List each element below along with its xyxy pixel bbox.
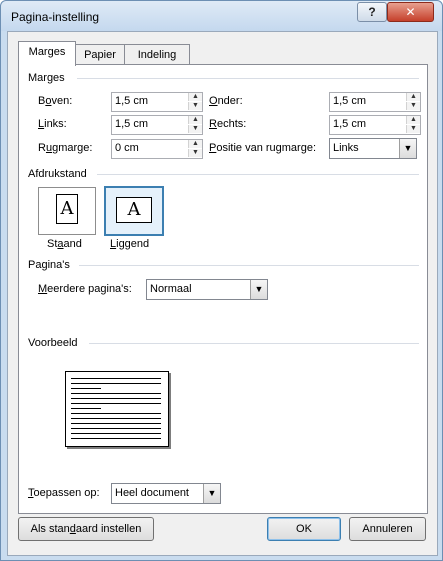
spin-down-icon[interactable]: ▼	[406, 102, 420, 110]
cancel-label: Annuleren	[362, 523, 413, 535]
portrait-button[interactable]: A	[38, 187, 96, 235]
title-bar[interactable]: Pagina-instelling ? ✕	[1, 1, 442, 31]
divider	[97, 174, 419, 175]
chevron-down-icon[interactable]: ▼	[399, 139, 416, 158]
chevron-down-icon[interactable]: ▼	[203, 484, 220, 503]
preview-heading: Voorbeeld	[28, 337, 78, 349]
spin-up-icon[interactable]: ▲	[406, 116, 420, 124]
bottom-margin-spinner[interactable]: 1,5 cm ▲ ▼	[329, 92, 421, 112]
bottom-margin-value: 1,5 cm	[333, 95, 367, 107]
preview-line	[71, 403, 161, 404]
chevron-down-icon[interactable]: ▼	[250, 280, 267, 299]
tab-indeling[interactable]: Indeling	[124, 44, 190, 65]
tab-marges[interactable]: Marges	[18, 41, 76, 66]
close-icon: ✕	[405, 5, 416, 19]
preview-line	[71, 378, 161, 379]
gutter-spinner[interactable]: 0 cm ▲ ▼	[111, 139, 203, 159]
portrait-label: Staand	[47, 238, 82, 250]
multiple-pages-value: Normaal	[150, 283, 192, 295]
divider	[89, 343, 419, 344]
spin-down-icon[interactable]: ▼	[188, 149, 202, 157]
close-button[interactable]: ✕	[387, 2, 434, 22]
pages-heading: Pagina's	[28, 259, 70, 271]
landscape-label: Liggend	[110, 238, 150, 250]
tab-label: Papier	[84, 49, 116, 61]
preview-line	[71, 433, 161, 434]
tab-panel-marges: Marges Boven: 1,5 cm ▲ ▼ Links: 1,5 cm ▲…	[18, 64, 428, 514]
divider	[77, 78, 419, 79]
dialog-body: Marges Papier Indeling Marges Boven: 1,5…	[7, 31, 438, 556]
gutter-label: Rugmarge:	[38, 142, 93, 154]
orientation-heading: Afdrukstand	[28, 168, 87, 180]
multiple-pages-select[interactable]: Normaal ▼	[146, 279, 268, 300]
preview-line	[71, 393, 161, 394]
apply-to-value: Heel document	[115, 487, 189, 499]
apply-to-label: Toepassen op:	[28, 487, 100, 499]
apply-to-select[interactable]: Heel document ▼	[111, 483, 221, 504]
bottom-margin-label: Onder:	[209, 95, 243, 107]
tab-label: Marges	[28, 46, 66, 58]
help-button[interactable]: ?	[357, 2, 387, 22]
left-margin-label: Links:	[38, 118, 67, 130]
tab-papier[interactable]: Papier	[74, 44, 126, 65]
gutter-position-label: Positie van rugmarge:	[209, 142, 317, 154]
tab-label: Indeling	[137, 49, 177, 61]
multiple-pages-label: Meerdere pagina's:	[38, 283, 132, 295]
preview-line	[71, 408, 101, 409]
page-preview	[65, 371, 169, 447]
top-margin-label: Boven:	[38, 95, 73, 107]
window-title: Pagina-instelling	[11, 10, 100, 24]
spin-down-icon[interactable]: ▼	[406, 125, 420, 133]
gutter-value: 0 cm	[115, 142, 139, 154]
preview-line	[71, 383, 161, 384]
preview-line	[71, 428, 161, 429]
top-margin-spinner[interactable]: 1,5 cm ▲ ▼	[111, 92, 203, 112]
preview-line	[71, 418, 161, 419]
left-margin-value: 1,5 cm	[115, 118, 149, 130]
right-margin-spinner[interactable]: 1,5 cm ▲ ▼	[329, 115, 421, 135]
portrait-page-icon: A	[56, 194, 78, 224]
preview-line	[71, 438, 161, 439]
spin-down-icon[interactable]: ▼	[188, 125, 202, 133]
preview-line	[71, 423, 161, 424]
spin-up-icon[interactable]: ▲	[188, 116, 202, 124]
left-margin-spinner[interactable]: 1,5 cm ▲ ▼	[111, 115, 203, 135]
set-as-default-button[interactable]: Als standaard instellen	[18, 517, 154, 541]
ok-label: OK	[296, 523, 312, 535]
divider	[79, 265, 419, 266]
spin-up-icon[interactable]: ▲	[406, 93, 420, 101]
spin-down-icon[interactable]: ▼	[188, 102, 202, 110]
preview-line	[71, 388, 101, 389]
cancel-button[interactable]: Annuleren	[349, 517, 426, 541]
margins-heading: Marges	[28, 72, 65, 84]
ok-button[interactable]: OK	[267, 517, 341, 541]
preview-line	[71, 398, 161, 399]
dialog-window: Pagina-instelling ? ✕ Marges Papier Inde…	[0, 0, 443, 561]
top-margin-value: 1,5 cm	[115, 95, 149, 107]
landscape-page-icon: A	[116, 197, 152, 223]
gutter-position-value: Links	[333, 142, 359, 154]
right-margin-value: 1,5 cm	[333, 118, 367, 130]
spin-up-icon[interactable]: ▲	[188, 140, 202, 148]
gutter-position-select[interactable]: Links ▼	[329, 138, 417, 159]
landscape-button[interactable]: A	[104, 186, 164, 236]
right-margin-label: Rechts:	[209, 118, 247, 130]
preview-line	[71, 413, 161, 414]
help-icon: ?	[368, 5, 376, 19]
spin-up-icon[interactable]: ▲	[188, 93, 202, 101]
